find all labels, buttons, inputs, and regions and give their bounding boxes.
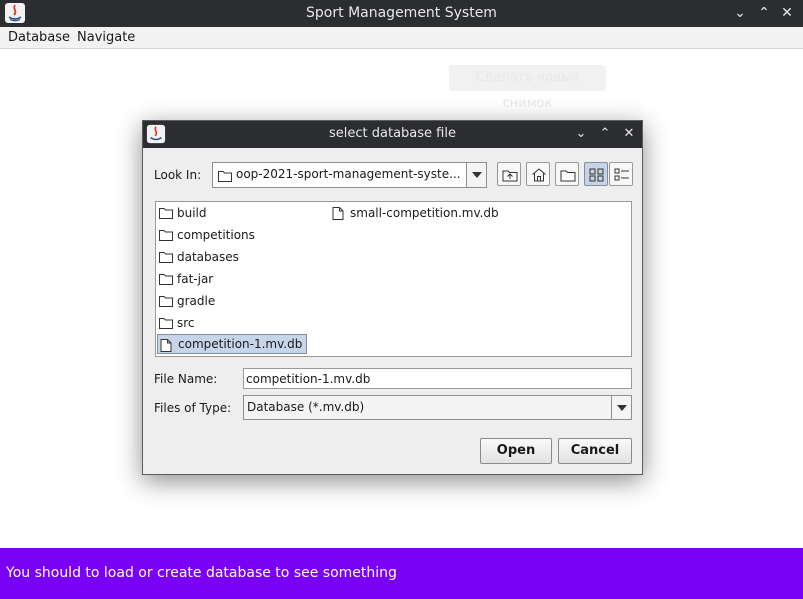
files-of-type-label: Files of Type: <box>154 401 232 415</box>
folder-icon <box>159 274 173 285</box>
list-item[interactable]: fat-jar <box>157 269 217 289</box>
dialog-close-icon[interactable]: ✕ <box>620 125 638 143</box>
new-folder-icon <box>560 170 576 182</box>
file-name-field[interactable]: competition-1.mv.db <box>243 368 632 389</box>
file-name: fat-jar <box>177 272 214 286</box>
look-in-value: oop-2021-sport-management-syste... <box>236 167 461 181</box>
look-in-combo[interactable]: oop-2021-sport-management-syste... <box>212 162 487 188</box>
cancel-button[interactable]: Cancel <box>558 438 632 464</box>
file-list[interactable]: build competitions databases fat-jar gra… <box>155 201 632 357</box>
status-message: You should to load or create database to… <box>6 565 397 581</box>
new-folder-button[interactable] <box>555 162 579 186</box>
window-title: Sport Management System <box>306 5 497 21</box>
file-name-label: File Name: <box>154 372 218 386</box>
details-view-button[interactable] <box>609 162 633 186</box>
list-item-selected[interactable]: competition-1.mv.db <box>157 334 308 354</box>
close-icon[interactable]: ✕ <box>777 3 797 23</box>
list-item[interactable]: gradle <box>157 291 219 311</box>
file-name: src <box>177 316 195 330</box>
dialog-titlebar: select database file ⌄ ⌃ ✕ <box>143 121 642 148</box>
folder-icon <box>218 171 232 182</box>
dialog-minimize-icon[interactable]: ⌄ <box>572 125 590 143</box>
files-of-type-combo[interactable]: Database (*.mv.db) <box>243 395 632 420</box>
list-item[interactable]: databases <box>157 247 243 267</box>
file-name: competitions <box>177 228 255 242</box>
list-view-button[interactable] <box>584 162 608 186</box>
menu-navigate[interactable]: Navigate <box>77 30 135 45</box>
folder-icon <box>159 318 173 329</box>
file-icon <box>160 339 172 352</box>
file-chooser-dialog: select database file ⌄ ⌃ ✕ Look In: oop-… <box>142 120 643 475</box>
file-name: gradle <box>177 294 216 308</box>
files-of-type-value: Database (*.mv.db) <box>247 400 365 414</box>
home-button[interactable] <box>526 162 550 186</box>
file-name: competition-1.mv.db <box>178 337 303 351</box>
details-view-icon <box>614 168 629 181</box>
file-icon <box>332 207 344 220</box>
file-name: build <box>177 206 207 220</box>
chevron-down-icon[interactable] <box>611 396 631 419</box>
dialog-maximize-icon[interactable]: ⌃ <box>596 125 614 143</box>
list-item[interactable]: small-competition.mv.db <box>330 203 503 223</box>
list-item[interactable]: build <box>157 203 211 223</box>
menubar: Database Navigate <box>0 27 803 49</box>
up-folder-icon <box>502 170 518 182</box>
folder-icon <box>159 296 173 307</box>
home-icon <box>532 168 546 182</box>
window-titlebar: Sport Management System ⌄ ⌃ ✕ <box>0 0 803 27</box>
dialog-title: select database file <box>329 126 456 141</box>
open-button[interactable]: Open <box>480 438 552 464</box>
folder-icon <box>159 208 173 219</box>
list-view-icon <box>589 168 604 182</box>
maximize-icon[interactable]: ⌃ <box>754 3 774 23</box>
folder-icon <box>159 230 173 241</box>
look-in-label: Look In: <box>154 168 202 182</box>
folder-icon <box>159 252 173 263</box>
up-one-level-button[interactable] <box>497 162 521 186</box>
minimize-icon[interactable]: ⌄ <box>730 3 750 23</box>
file-name: small-competition.mv.db <box>350 206 499 220</box>
file-name: databases <box>177 250 239 264</box>
chevron-down-icon[interactable] <box>466 163 486 187</box>
list-item[interactable]: src <box>157 313 199 333</box>
status-bar: You should to load or create database to… <box>0 548 803 599</box>
list-item[interactable]: competitions <box>157 225 259 245</box>
new-snapshot-button[interactable]: Сделать новый снимок <box>449 65 606 111</box>
menu-database[interactable]: Database <box>8 30 70 45</box>
